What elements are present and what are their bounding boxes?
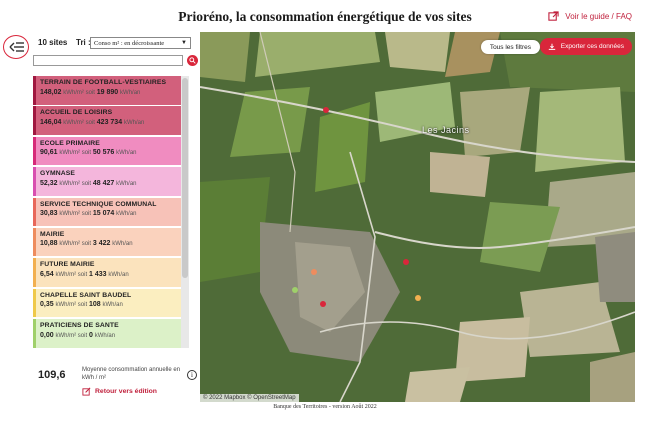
site-value: 52,32 (40, 179, 58, 187)
search-input[interactable] (33, 55, 183, 66)
site-value: 6,54 (40, 270, 54, 278)
sort-label: Tri : (76, 38, 91, 47)
map-attribution[interactable]: © 2022 Mapbox © OpenStreetMap (200, 394, 299, 402)
site-name: MAIRIE (40, 230, 65, 238)
site-total: 48 427 (92, 179, 115, 187)
map-place-label: Les Jacins (422, 125, 470, 135)
site-total: 50 576 (92, 149, 115, 157)
site-value: 146,04 (40, 118, 62, 126)
site-metric: 0,00 kWh/m² soit 0 kWh/an (40, 332, 177, 339)
export-data-button[interactable]: Exporter ces données (539, 38, 632, 55)
site-value: 10,88 (40, 240, 58, 248)
site-total: 423 734 (96, 118, 123, 126)
site-unit: kWh/m² soit (55, 302, 88, 309)
map-imagery (200, 32, 635, 402)
app-header: Prioréno, la consommation énergétique de… (0, 0, 650, 32)
site-metric: 148,02 kWh/m² soit 19 890 kWh/an (40, 89, 177, 96)
site-value: 30,83 (40, 210, 58, 218)
site-total: 3 422 (92, 240, 111, 248)
download-icon (548, 43, 555, 50)
site-value: 90,61 (40, 149, 58, 157)
edit-icon (82, 387, 91, 396)
site-card[interactable]: SERVICE TECHNIQUE COMMUNAL 30,83 kWh/m² s… (33, 197, 181, 227)
site-total-unit: kWh/an (116, 211, 137, 218)
site-name: ECOLE PRIMAIRE (40, 139, 100, 147)
site-unit: kWh/m² soit (59, 180, 92, 187)
site-name: GYMNASE (40, 170, 76, 178)
site-card[interactable]: TERRAIN DE FOOTBALL-VESTIAIRES 148,02 kWh… (33, 76, 181, 105)
search-button[interactable] (187, 55, 198, 66)
site-metric: 52,32 kWh/m² soit 48 427 kWh/an (40, 180, 177, 187)
site-unit: kWh/m² soit (59, 211, 92, 218)
site-total-unit: kWh/an (120, 89, 141, 96)
site-value: 148,02 (40, 88, 62, 96)
all-filters-label: Tous les filtres (489, 43, 531, 51)
site-card[interactable]: FUTURE MAIRIE 6,54 kWh/m² soit 1 433 kWh/… (33, 258, 181, 287)
site-unit: kWh/m² soit (55, 271, 88, 278)
guide-link-label: Voir le guide / FAQ (565, 12, 632, 21)
footer-text: Banque des Territoires - version Août 20… (273, 404, 377, 410)
site-total: 19 890 (96, 88, 119, 96)
site-name: PRATICIENS DE SANTE (40, 322, 119, 330)
back-to-edit-label: Retour vers édition (95, 388, 157, 395)
site-unit: kWh/m² soit (63, 89, 95, 96)
site-card[interactable]: ECOLE PRIMAIRE 90,61 kWh/m² soit 50 576 k… (33, 136, 181, 166)
site-name: TERRAIN DE FOOTBALL-VESTIAIRES (40, 79, 167, 86)
site-total: 1 433 (88, 270, 107, 278)
site-total-unit: kWh/an (108, 271, 129, 278)
site-total-unit: kWh/an (116, 180, 137, 187)
info-icon[interactable]: i (187, 370, 197, 380)
sort-select-value: Conso m² : en décroissante (94, 39, 165, 47)
site-card[interactable]: PRATICIENS DE SANTE 0,00 kWh/m² soit 0 kW… (33, 319, 181, 348)
site-value: 0,35 (40, 301, 54, 309)
site-card[interactable]: ACCUEIL DE LOISIRS 146,04 kWh/m² soit 423… (33, 106, 181, 135)
site-unit: kWh/m² soit (59, 241, 92, 248)
guide-link[interactable]: Voir le guide / FAQ (548, 11, 632, 22)
site-total: 108 (88, 301, 101, 309)
site-total-unit: kWh/an (116, 150, 137, 157)
back-to-edit-link[interactable]: Retour vers édition (82, 387, 157, 396)
search-icon (189, 57, 196, 64)
satellite-map[interactable]: Tous les filtres Exporter ces données Le… (200, 32, 635, 402)
external-link-icon (548, 11, 559, 21)
sidebar: 10 sites Tri : Conso m² : en décroissant… (0, 32, 200, 402)
site-card[interactable]: CHAPELLE SAINT BAUDEL 0,35 kWh/m² soit 10… (33, 288, 181, 318)
site-total: 0 (88, 331, 93, 339)
site-name: CHAPELLE SAINT BAUDEL (40, 291, 132, 299)
site-total-unit: kWh/an (94, 332, 116, 339)
site-name: ACCUEIL DE LOISIRS (40, 109, 113, 117)
site-total-unit: kWh/an (112, 241, 133, 248)
site-metric: 6,54 kWh/m² soit 1 433 kWh/an (40, 271, 177, 278)
average-label: Moyenne consommation annuelle en kWh / m… (82, 367, 181, 381)
chevron-down-icon: ▼ (181, 40, 187, 46)
collapse-menu-icon[interactable] (9, 41, 25, 53)
site-card[interactable]: GYMNASE 52,32 kWh/m² soit 48 427 kWh/an (33, 167, 181, 196)
site-total-unit: kWh/an (123, 119, 145, 126)
sort-select[interactable]: Conso m² : en décroissante ▼ (90, 37, 191, 49)
site-count: 10 sites (38, 38, 68, 47)
site-unit: kWh/m² soit (55, 332, 88, 339)
site-unit: kWh/m² soit (59, 150, 92, 157)
site-metric: 30,83 kWh/m² soit 15 074 kWh/an (40, 210, 177, 217)
scrollbar-thumb[interactable] (182, 78, 188, 278)
site-total-unit: kWh/an (102, 302, 123, 309)
site-total: 15 074 (92, 210, 115, 218)
site-value: 0,00 (40, 331, 54, 339)
all-filters-button[interactable]: Tous les filtres (480, 40, 540, 54)
average-value: 109,6 (38, 369, 66, 381)
site-metric: 10,88 kWh/m² soit 3 422 kWh/an (40, 240, 177, 247)
site-metric: 0,35 kWh/m² soit 108 kWh/an (40, 301, 177, 308)
site-metric: 90,61 kWh/m² soit 50 576 kWh/an (40, 149, 177, 156)
site-unit: kWh/m² soit (63, 119, 95, 126)
export-data-label: Exporter ces données (560, 43, 624, 50)
site-metric: 146,04 kWh/m² soit 423 734 kWh/an (40, 119, 177, 126)
site-name: SERVICE TECHNIQUE COMMUNAL (40, 200, 157, 208)
site-list: TERRAIN DE FOOTBALL-VESTIAIRES 148,02 kWh… (33, 76, 181, 348)
site-card[interactable]: MAIRIE 10,88 kWh/m² soit 3 422 kWh/an (33, 227, 181, 257)
site-name: FUTURE MAIRIE (40, 261, 95, 269)
